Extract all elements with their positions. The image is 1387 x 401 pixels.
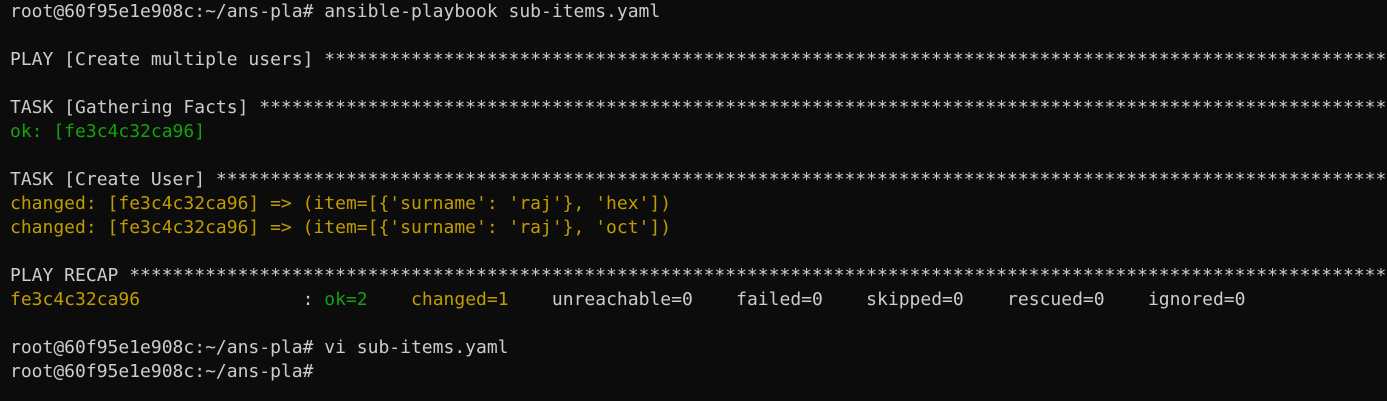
task-result-changed: changed: [fe3c4c32ca96] => (item=[{'surn…: [10, 217, 672, 238]
task-result-changed: changed: [fe3c4c32ca96] => (item=[{'surn…: [10, 193, 672, 214]
command-line: root@60f95e1e908c:~/ans-pla# ansible-pla…: [10, 1, 661, 22]
recap-changed-count: changed=1: [411, 289, 509, 310]
play-header: PLAY [Create multiple users] ***********…: [10, 49, 1387, 70]
task-result-ok: ok: [fe3c4c32ca96]: [10, 121, 206, 142]
recap-ok-count: ok=2: [324, 289, 368, 310]
task-header-create-user: TASK [Create User] *********************…: [10, 169, 1387, 190]
command-line: root@60f95e1e908c:~/ans-pla# vi sub-item…: [10, 337, 509, 358]
recap-gap: [368, 289, 411, 310]
recap-row: fe3c4c32ca96 : ok=2 changed=1 unreachabl…: [0, 288, 1387, 312]
prompt-line[interactable]: root@60f95e1e908c:~/ans-pla#: [0, 360, 1387, 384]
recap-separator: :: [302, 289, 325, 310]
recap-host: fe3c4c32ca96: [10, 289, 303, 310]
play-recap-header: PLAY RECAP *****************************…: [10, 265, 1387, 286]
terminal-window[interactable]: root@60f95e1e908c:~/ans-pla# ansible-pla…: [0, 0, 1387, 401]
task-header-gathering-facts: TASK [Gathering Facts] *****************…: [10, 97, 1387, 118]
recap-other-counts: unreachable=0 failed=0 skipped=0 rescued…: [508, 289, 1246, 310]
